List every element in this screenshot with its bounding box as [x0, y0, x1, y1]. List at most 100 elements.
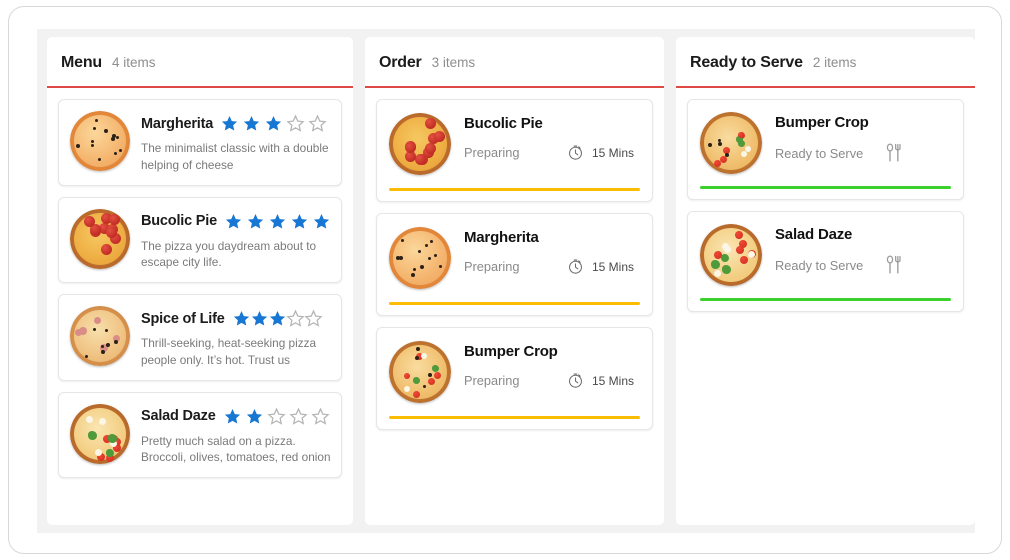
- column-title: Order: [379, 54, 422, 71]
- pizza-topping: [707, 142, 712, 147]
- menu-item-name: Spice of Life: [141, 310, 225, 327]
- timer-icon: [567, 372, 584, 389]
- pizza-topping: [420, 352, 427, 359]
- menu-item-card[interactable]: Margherita The minimalist classic with a …: [58, 99, 342, 186]
- pizza-topping: [738, 139, 746, 147]
- pizza-image: [70, 111, 130, 171]
- menu-item-card[interactable]: Bucolic Pie The pizza you daydream about …: [58, 196, 342, 283]
- column-ready: Ready to Serve 2 items Bumper Crop Ready to…: [676, 37, 975, 525]
- star-filled-icon[interactable]: [268, 309, 287, 328]
- order-item-name: Bumper Crop: [464, 343, 558, 360]
- menu-item-title-row: Salad Daze: [141, 407, 333, 426]
- pizza-topping: [105, 448, 114, 457]
- star-filled-icon[interactable]: [290, 212, 309, 231]
- app-window: Menu 4 items Margherita The minimalist clas…: [8, 6, 1002, 554]
- pizza-topping: [107, 433, 117, 443]
- pizza-topping: [414, 355, 419, 360]
- menu-item-body: Salad Daze Pretty much salad on a pizza. …: [141, 404, 333, 467]
- star-empty-icon[interactable]: [286, 309, 305, 328]
- star-filled-icon[interactable]: [245, 407, 264, 426]
- menu-item-card[interactable]: Salad Daze Pretty much salad on a pizza. …: [58, 391, 342, 478]
- pizza-image: [70, 306, 130, 366]
- star-empty-icon[interactable]: [288, 407, 308, 426]
- order-meta: [885, 143, 903, 163]
- order-status-row: Preparing 15 Mins: [464, 258, 640, 275]
- star-rating[interactable]: [223, 407, 333, 426]
- progress-bar: [389, 416, 640, 419]
- order-status-text: Preparing: [464, 145, 520, 160]
- column-title: Menu: [61, 54, 102, 71]
- star-filled-icon[interactable]: [246, 212, 265, 231]
- order-status-row: Ready to Serve: [775, 255, 951, 275]
- pizza-topping: [405, 141, 417, 153]
- star-filled-icon[interactable]: [232, 309, 251, 328]
- menu-item-name: Margherita: [141, 115, 214, 132]
- pizza-image: [389, 341, 451, 403]
- menu-item-name: Salad Daze: [141, 408, 216, 424]
- pizza-topping: [85, 416, 93, 424]
- pizza-topping: [98, 417, 106, 425]
- order-meta: 15 Mins: [567, 372, 634, 389]
- star-empty-icon[interactable]: [286, 114, 305, 133]
- pizza-topping: [94, 449, 102, 457]
- menu-item-card[interactable]: Spice of Life Thrill-seeking, heat-seekin…: [58, 294, 342, 381]
- pizza-topping: [414, 153, 426, 165]
- order-status-row: Preparing 15 Mins: [464, 144, 640, 161]
- column-menu: Menu 4 items Margherita The minimalist clas…: [47, 37, 353, 525]
- pizza-topping: [104, 128, 109, 133]
- order-item-card[interactable]: Margherita Preparing 15 Mins: [376, 213, 653, 316]
- star-rating[interactable]: [232, 309, 323, 328]
- card-body: Bumper Crop Ready to Serve: [775, 112, 951, 174]
- pizza-image: [700, 112, 762, 174]
- progress-bar: [389, 302, 640, 305]
- timer-icon: [567, 144, 584, 161]
- column-body-menu: Margherita The minimalist classic with a …: [47, 88, 353, 525]
- card-body: Salad Daze Ready to Serve: [775, 224, 951, 286]
- star-filled-icon[interactable]: [268, 212, 287, 231]
- star-empty-icon[interactable]: [266, 407, 286, 426]
- pizza-topping: [113, 340, 118, 345]
- timer-icon: [567, 258, 584, 275]
- order-item-name: Margherita: [464, 229, 539, 246]
- pizza-topping: [740, 255, 749, 264]
- progress-bar: [389, 188, 640, 191]
- menu-item-title-row: Margherita: [141, 114, 331, 133]
- cutlery-icon: [885, 255, 903, 275]
- star-filled-icon[interactable]: [312, 212, 331, 231]
- order-status-row: Ready to Serve: [775, 143, 951, 163]
- pizza-topping: [425, 142, 437, 154]
- order-item-card[interactable]: Bucolic Pie Preparing 15 Mins: [376, 99, 653, 202]
- column-item-count: 2 items: [812, 55, 857, 70]
- pizza-topping: [710, 259, 720, 269]
- pizza-topping: [438, 264, 442, 268]
- star-filled-icon[interactable]: [264, 114, 283, 133]
- menu-item-title-row: Spice of Life: [141, 309, 331, 328]
- pizza-image: [70, 403, 130, 464]
- pizza-image: [70, 208, 130, 269]
- star-filled-icon[interactable]: [220, 114, 239, 133]
- pizza-topping: [101, 243, 113, 255]
- star-filled-icon[interactable]: [250, 309, 269, 328]
- star-empty-icon[interactable]: [304, 309, 323, 328]
- star-rating[interactable]: [220, 114, 330, 133]
- pizza-image: [700, 224, 762, 286]
- column-item-count: 3 items: [431, 55, 476, 70]
- pizza-topping: [84, 354, 88, 358]
- order-item-card[interactable]: Bumper Crop Preparing 15 Mins: [376, 327, 653, 430]
- ready-item-card[interactable]: Salad Daze Ready to Serve: [687, 211, 964, 312]
- pizza-topping: [90, 143, 94, 147]
- order-time-estimate: 15 Mins: [591, 373, 634, 388]
- star-filled-icon[interactable]: [242, 114, 261, 133]
- star-filled-icon[interactable]: [223, 407, 242, 426]
- column-item-count: 4 items: [111, 55, 156, 70]
- kanban-board: Menu 4 items Margherita The minimalist clas…: [37, 29, 975, 533]
- star-filled-icon[interactable]: [224, 212, 243, 231]
- pizza-topping: [717, 139, 721, 143]
- star-rating[interactable]: [224, 212, 334, 231]
- star-empty-icon[interactable]: [308, 114, 327, 133]
- star-empty-icon[interactable]: [310, 407, 330, 426]
- order-time-estimate: 15 Mins: [591, 145, 634, 160]
- ready-item-card[interactable]: Bumper Crop Ready to Serve: [687, 99, 964, 200]
- order-meta: 15 Mins: [567, 144, 634, 161]
- menu-item-body: Margherita The minimalist classic with a …: [141, 111, 331, 174]
